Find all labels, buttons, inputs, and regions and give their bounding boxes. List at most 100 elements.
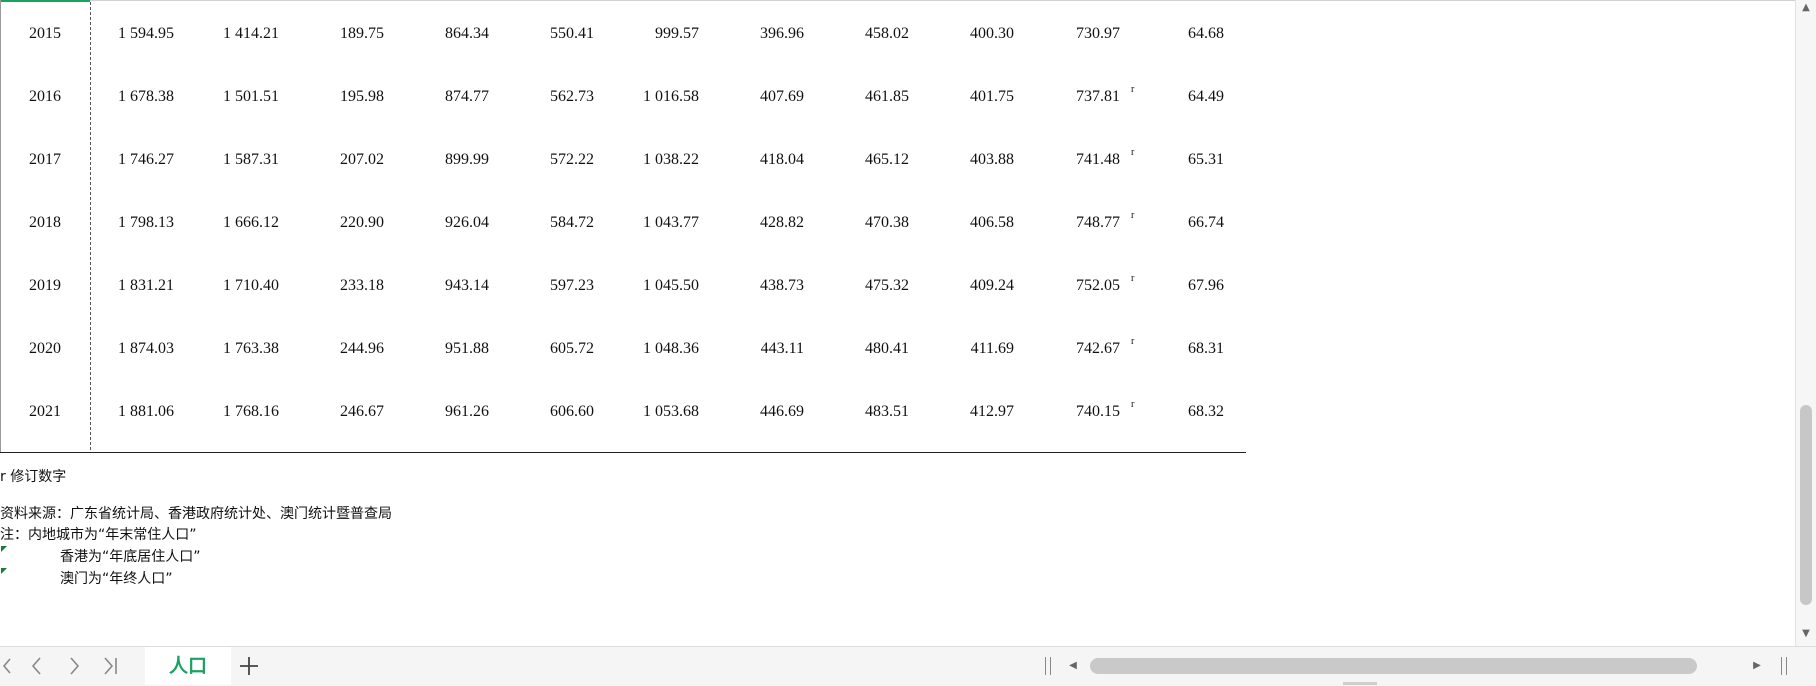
value-cell[interactable]: 461.85 (809, 65, 909, 128)
note-macao: 澳门为“年终人口” (60, 571, 173, 587)
value-cell[interactable]: 1 881.06 (74, 380, 174, 443)
value-cell[interactable]: 1 746.27 (74, 128, 174, 191)
plus-icon[interactable] (237, 654, 261, 678)
value-cell[interactable]: 1 594.95 (74, 2, 174, 65)
chevron-last-icon[interactable] (100, 655, 120, 677)
value-cell[interactable]: 411.69 (914, 317, 1014, 380)
value-cell[interactable]: 1 038.22 (599, 128, 699, 191)
vertical-scroll-thumb[interactable] (1800, 405, 1812, 605)
spreadsheet-grid[interactable]: 2015 1 594.95 1 414.21 189.75 864.34 550.41 99… (0, 0, 1796, 646)
value-cell[interactable]: 1 048.36 (599, 317, 699, 380)
value-cell[interactable]: 741.48 (1020, 128, 1120, 191)
value-cell[interactable]: 412.97 (914, 380, 1014, 443)
scroll-up-icon[interactable]: ▲ (1800, 2, 1812, 14)
value-cell[interactable]: 1 710.40 (179, 254, 279, 317)
value-cell[interactable]: 1 501.51 (179, 65, 279, 128)
split-handle-icon[interactable] (1781, 657, 1787, 675)
value-cell[interactable]: 1 414.21 (179, 2, 279, 65)
value-cell[interactable]: 584.72 (494, 191, 594, 254)
value-cell[interactable]: 66.74 (1124, 191, 1224, 254)
value-cell[interactable]: 475.32 (809, 254, 909, 317)
chevron-right-icon[interactable] (64, 655, 84, 677)
value-cell[interactable]: 961.26 (389, 380, 489, 443)
value-cell[interactable]: 926.04 (389, 191, 489, 254)
value-cell[interactable]: 740.15 (1020, 380, 1120, 443)
value-cell[interactable]: 572.22 (494, 128, 594, 191)
value-cell[interactable]: 550.41 (494, 2, 594, 65)
value-cell[interactable]: 246.67 (284, 380, 384, 443)
value-cell[interactable]: 1 768.16 (179, 380, 279, 443)
value-cell[interactable]: 195.98 (284, 65, 384, 128)
value-cell[interactable]: 1 016.58 (599, 65, 699, 128)
value-cell[interactable]: 1 678.38 (74, 65, 174, 128)
value-cell[interactable]: 1 763.38 (179, 317, 279, 380)
value-cell[interactable]: 403.88 (914, 128, 1014, 191)
value-cell[interactable]: 409.24 (914, 254, 1014, 317)
value-cell[interactable]: 443.11 (704, 317, 804, 380)
tab-population[interactable]: 人口 (145, 647, 231, 685)
value-cell[interactable]: 470.38 (809, 191, 909, 254)
revised-legend: r 修订数字 (0, 469, 67, 485)
value-cell[interactable]: 562.73 (494, 65, 594, 128)
value-cell[interactable]: 480.41 (809, 317, 909, 380)
value-cell[interactable]: 458.02 (809, 2, 909, 65)
value-cell[interactable]: 396.96 (704, 2, 804, 65)
value-cell[interactable]: 418.04 (704, 128, 804, 191)
table-row: 2018 1 798.13 1 666.12 220.90 926.04 584.72 1 … (0, 191, 1246, 254)
value-cell[interactable]: 428.82 (704, 191, 804, 254)
value-cell[interactable]: 465.12 (809, 128, 909, 191)
value-cell[interactable]: 951.88 (389, 317, 489, 380)
horizontal-scroll-thumb[interactable] (1090, 658, 1697, 674)
split-handle-icon[interactable] (1045, 657, 1051, 675)
value-cell[interactable]: 752.05 (1020, 254, 1120, 317)
value-cell[interactable]: 943.14 (389, 254, 489, 317)
value-cell[interactable]: 1 831.21 (74, 254, 174, 317)
table-row: 2020 1 874.03 1 763.38 244.96 951.88 605.72 1 … (0, 317, 1246, 380)
table-row: 2021 1 881.06 1 768.16 246.67 961.26 606.60 1 … (0, 380, 1246, 443)
value-cell[interactable]: 400.30 (914, 2, 1014, 65)
value-cell[interactable]: 406.58 (914, 191, 1014, 254)
value-cell[interactable]: 605.72 (494, 317, 594, 380)
value-cell[interactable]: 65.31 (1124, 128, 1224, 191)
value-cell[interactable]: 597.23 (494, 254, 594, 317)
revised-marker: r (1131, 84, 1135, 95)
value-cell[interactable]: 64.49 (1124, 65, 1224, 128)
table-row: 2016 1 678.38 1 501.51 195.98 874.77 562.73 1 … (0, 65, 1246, 128)
scroll-down-icon[interactable]: ▼ (1800, 628, 1812, 640)
value-cell[interactable]: 401.75 (914, 65, 1014, 128)
value-cell[interactable]: 68.32 (1124, 380, 1224, 443)
value-cell[interactable]: 1 798.13 (74, 191, 174, 254)
table-row: 2017 1 746.27 1 587.31 207.02 899.99 572.22 1 … (0, 128, 1246, 191)
value-cell[interactable]: 1 874.03 (74, 317, 174, 380)
value-cell[interactable]: 67.96 (1124, 254, 1224, 317)
value-cell[interactable]: 189.75 (284, 2, 384, 65)
value-cell[interactable]: 207.02 (284, 128, 384, 191)
chevron-left-icon[interactable] (27, 655, 47, 677)
value-cell[interactable]: 1 045.50 (599, 254, 699, 317)
value-cell[interactable]: 233.18 (284, 254, 384, 317)
value-cell[interactable]: 1 053.68 (599, 380, 699, 443)
value-cell[interactable]: 446.69 (704, 380, 804, 443)
value-cell[interactable]: 438.73 (704, 254, 804, 317)
value-cell[interactable]: 68.31 (1124, 317, 1224, 380)
value-cell[interactable]: 742.67 (1020, 317, 1120, 380)
value-cell[interactable]: 874.77 (389, 65, 489, 128)
value-cell[interactable]: 748.77 (1020, 191, 1120, 254)
value-cell[interactable]: 64.68 (1124, 2, 1224, 65)
value-cell[interactable]: 1 666.12 (179, 191, 279, 254)
value-cell[interactable]: 999.57 (599, 2, 699, 65)
scroll-right-icon[interactable]: ▶ (1750, 657, 1764, 675)
value-cell[interactable]: 483.51 (809, 380, 909, 443)
value-cell[interactable]: 899.99 (389, 128, 489, 191)
value-cell[interactable]: 407.69 (704, 65, 804, 128)
value-cell[interactable]: 1 043.77 (599, 191, 699, 254)
value-cell[interactable]: 737.81 (1020, 65, 1120, 128)
value-cell[interactable]: 730.97 (1020, 2, 1120, 65)
value-cell[interactable]: 1 587.31 (179, 128, 279, 191)
value-cell[interactable]: 220.90 (284, 191, 384, 254)
value-cell[interactable]: 244.96 (284, 317, 384, 380)
chevron-first-icon[interactable] (0, 655, 20, 677)
revised-marker: r (1131, 273, 1135, 284)
value-cell[interactable]: 606.60 (494, 380, 594, 443)
value-cell[interactable]: 864.34 (389, 2, 489, 65)
